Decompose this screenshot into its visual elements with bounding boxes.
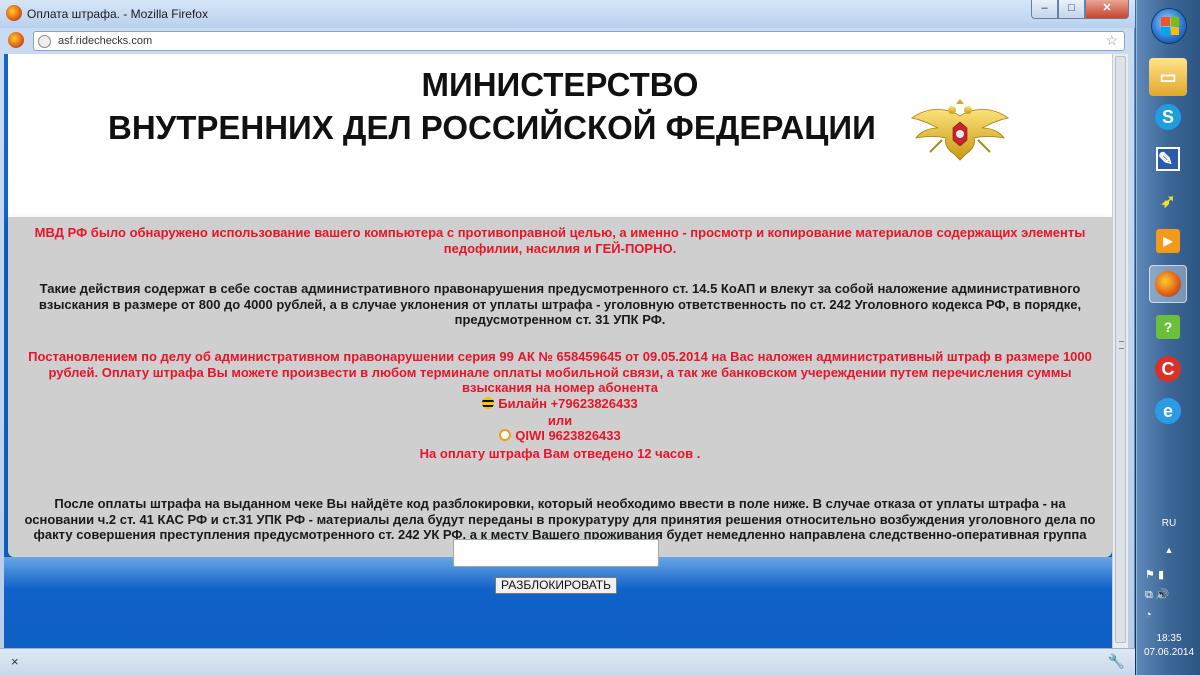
wifi-icon[interactable]: ◔ — [1145, 609, 1152, 621]
battery-icon[interactable]: ▮ — [1158, 569, 1164, 581]
status-bar: × 🔧 — [0, 648, 1135, 675]
help-app-icon[interactable]: ? — [1149, 308, 1187, 346]
close-button[interactable]: ✕ — [1085, 0, 1129, 19]
qiwi-logo-icon — [499, 429, 512, 441]
beeline-payment-line: Билайн +79623826433 — [22, 396, 1098, 412]
windows-logo-icon — [1161, 17, 1179, 35]
clock[interactable]: 18:35 07.06.2014 — [1137, 632, 1200, 660]
drawing-app-icon[interactable]: ✎ — [1149, 140, 1187, 178]
navigation-bar: asf.ridechecks.com ☆ — [0, 28, 1135, 54]
beeline-logo-icon — [482, 397, 495, 409]
window-title: Оплата штрафа. - Mozilla Firefox — [27, 7, 208, 21]
window-controls: – □ ✕ — [1031, 0, 1129, 20]
or-separator: или — [547, 413, 573, 428]
action-center-flag-icon[interactable]: ⚑ — [1145, 569, 1155, 581]
star-icon[interactable]: ☆ — [1105, 32, 1118, 49]
ccleaner-icon[interactable]: C — [1149, 350, 1187, 388]
bird-app-icon[interactable]: ➶ — [1149, 182, 1187, 220]
media-player-icon[interactable]: ▶ — [1149, 222, 1187, 260]
title-bar[interactable]: Оплата штрафа. - Mozilla Firefox – □ ✕ — [0, 0, 1135, 28]
qiwi-payment-line: QIWI 9623826433 — [22, 428, 1098, 444]
unlock-code-input[interactable] — [453, 539, 659, 567]
firefox-menu-icon[interactable] — [8, 32, 24, 48]
tray-expand-icon[interactable]: ▲ — [1137, 545, 1200, 555]
accusation-text: МВД РФ было обнаружено использование ваш… — [34, 225, 1086, 256]
firefox-taskbar-icon[interactable] — [1149, 265, 1187, 303]
header-title-line2: ВНУТРЕННИХ ДЕЛ РОССИЙСКОЙ ФЕДЕРАЦИИ — [108, 109, 876, 146]
unlock-area — [4, 557, 1112, 648]
language-indicator[interactable]: RU — [1137, 518, 1200, 529]
address-bar[interactable]: asf.ridechecks.com ☆ — [33, 31, 1125, 51]
qiwi-number: QIWI 9623826433 — [515, 428, 621, 443]
system-tray: ⚑ ▮ ⧉ 🔊 ◔ — [1145, 565, 1195, 625]
explorer-folder-icon[interactable]: ▭ — [1149, 58, 1187, 96]
double-headed-eagle-emblem-icon — [911, 99, 1009, 161]
wrench-icon[interactable]: 🔧 — [1108, 653, 1125, 670]
browser-window: Оплата штрафа. - Mozilla Firefox – □ ✕ a… — [0, 0, 1135, 675]
firefox-icon — [6, 5, 22, 21]
close-bar-icon[interactable]: × — [11, 654, 19, 669]
fine-notice-text: Постановлением по делу об административн… — [28, 349, 1092, 395]
beeline-number: Билайн +79623826433 — [498, 396, 638, 411]
scrollbar-thumb[interactable] — [1115, 56, 1126, 643]
internet-explorer-icon[interactable]: e — [1149, 392, 1187, 430]
network-icon[interactable]: ⧉ — [1145, 589, 1153, 601]
clock-date: 07.06.2014 — [1143, 647, 1195, 658]
page-header: МИНИСТЕРСТВО ВНУТРЕННИХ ДЕЛ РОССИЙСКОЙ Ф… — [8, 54, 1112, 217]
vertical-scrollbar[interactable] — [1112, 54, 1128, 648]
ransom-message-panel: МВД РФ было обнаружено использование ваш… — [8, 217, 1112, 558]
url-text: asf.ridechecks.com — [58, 35, 153, 47]
start-button[interactable] — [1151, 8, 1187, 44]
minimize-button[interactable]: – — [1031, 0, 1058, 19]
unlock-button[interactable]: РАЗБЛОКИРОВАТЬ — [495, 577, 617, 594]
skype-icon[interactable]: S — [1149, 98, 1187, 136]
windows-taskbar: ▭ S ✎ ➶ ▶ ? C e RU ▲ ⚑ ▮ ⧉ 🔊 ◔ 18:35 07.… — [1136, 0, 1200, 675]
volume-icon[interactable]: 🔊 — [1156, 589, 1170, 601]
deadline-text: На оплату штрафа Вам отведено 12 часов . — [419, 446, 701, 461]
scrollbar-grip-icon — [1119, 341, 1124, 349]
clock-time: 18:35 — [1156, 633, 1182, 644]
site-identity-icon[interactable] — [38, 35, 51, 48]
maximize-button[interactable]: □ — [1058, 0, 1085, 19]
legal-consequences-text: Такие действия содержат в себе состав ад… — [38, 281, 1082, 327]
